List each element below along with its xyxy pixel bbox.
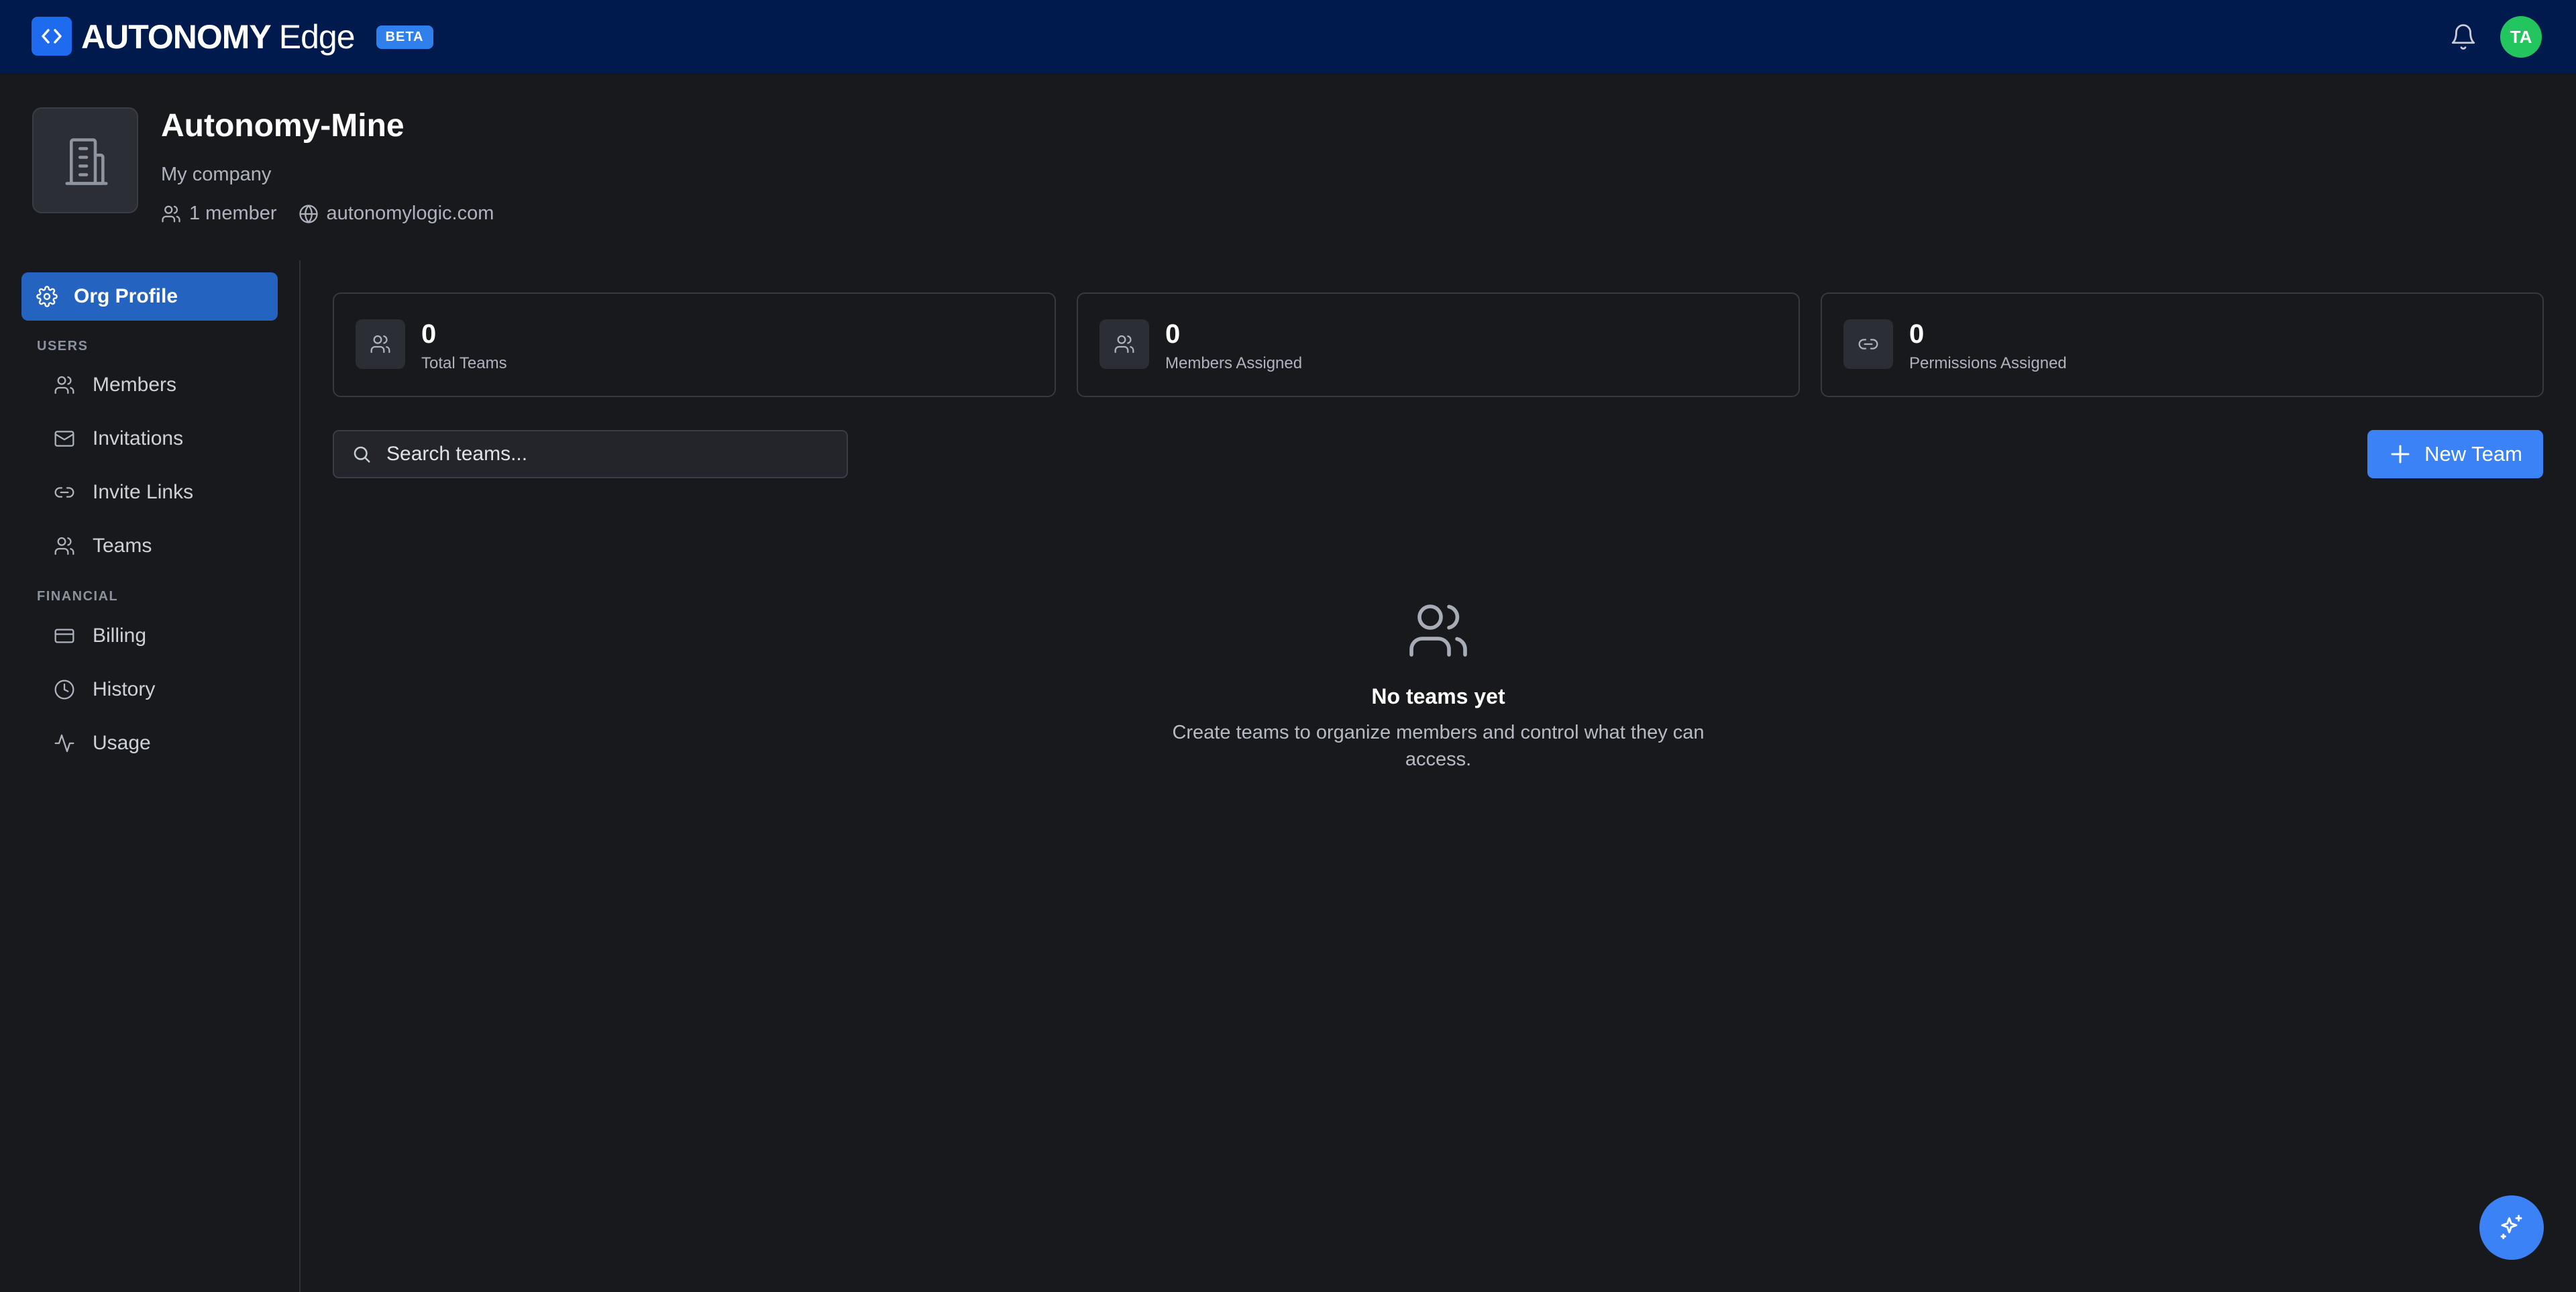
new-team-button[interactable]: New Team bbox=[2367, 430, 2543, 478]
new-team-label: New Team bbox=[2424, 442, 2522, 466]
org-meta: 1 member autonomylogic.com bbox=[161, 203, 494, 225]
sidebar-item-history[interactable]: History bbox=[38, 669, 155, 710]
stat-card-members-assigned: 0 Members Assigned bbox=[1077, 292, 1800, 397]
users-icon bbox=[162, 205, 180, 222]
activity-icon bbox=[54, 733, 75, 754]
sidebar-section-users: USERS bbox=[37, 339, 89, 354]
sidebar-item-invite-links[interactable]: Invite Links bbox=[38, 472, 193, 513]
stat-card-permissions-assigned: 0 Permissions Assigned bbox=[1821, 292, 2544, 397]
sparkles-icon bbox=[2500, 1215, 2522, 1240]
user-avatar[interactable]: TA bbox=[2500, 16, 2542, 58]
domain-text: autonomylogic.com bbox=[326, 203, 494, 224]
credit-card-icon bbox=[54, 625, 75, 647]
sidebar-item-label: Teams bbox=[93, 535, 152, 557]
notifications-bell-icon[interactable] bbox=[2449, 23, 2477, 51]
users-icon bbox=[1099, 319, 1149, 369]
stat-value: 0 bbox=[1165, 319, 1181, 349]
search-icon bbox=[354, 446, 370, 463]
users-icon bbox=[356, 319, 405, 369]
search-teams-box[interactable] bbox=[333, 430, 848, 478]
gear-icon bbox=[36, 286, 58, 307]
org-description: My company bbox=[161, 164, 272, 185]
brand-logo-icon[interactable] bbox=[32, 17, 72, 56]
globe-icon bbox=[299, 204, 318, 223]
stat-label: Permissions Assigned bbox=[1909, 354, 2067, 372]
brand-name[interactable]: AUTONOMY Edge BETA bbox=[81, 17, 433, 56]
stat-card-total-teams: 0 Total Teams bbox=[333, 292, 1056, 397]
link-icon bbox=[1843, 319, 1893, 369]
empty-state-description: Create teams to organize members and con… bbox=[1172, 722, 1705, 770]
sidebar-item-label: Members bbox=[93, 374, 177, 396]
brand-sub-text: Edge bbox=[278, 18, 356, 56]
sidebar-item-members[interactable]: Members bbox=[38, 365, 176, 405]
sidebar-divider bbox=[299, 260, 301, 1292]
sidebar-item-teams[interactable]: Teams bbox=[38, 526, 152, 566]
org-domain: autonomylogic.com bbox=[299, 203, 494, 225]
empty-state-title: No teams yet bbox=[1371, 684, 1505, 708]
search-input[interactable] bbox=[385, 442, 817, 466]
sidebar-item-label: Billing bbox=[93, 625, 147, 647]
link-icon bbox=[54, 482, 75, 503]
sidebar-item-label: Org Profile bbox=[74, 285, 178, 307]
beta-badge: BETA bbox=[376, 25, 433, 49]
brand-main-text: AUTONOMY bbox=[81, 18, 272, 56]
clock-icon bbox=[54, 679, 75, 700]
org-member-count: 1 member bbox=[161, 203, 277, 225]
stat-value: 0 bbox=[421, 319, 437, 349]
empty-teams-icon bbox=[1406, 598, 1470, 663]
stat-value: 0 bbox=[1909, 319, 1925, 349]
sidebar-item-billing[interactable]: Billing bbox=[38, 616, 146, 656]
sidebar-item-label: Invite Links bbox=[93, 481, 194, 503]
sidebar-item-label: Invitations bbox=[93, 427, 184, 449]
org-building-icon bbox=[32, 107, 138, 213]
sidebar-item-usage[interactable]: Usage bbox=[38, 723, 151, 763]
sidebar-item-org-profile[interactable]: Org Profile bbox=[21, 272, 278, 321]
sidebar-item-label: History bbox=[93, 678, 156, 700]
mail-icon bbox=[54, 428, 75, 449]
sidebar-item-invitations[interactable]: Invitations bbox=[38, 419, 183, 459]
sidebar-section-financial: FINANCIAL bbox=[37, 589, 119, 604]
top-bar: AUTONOMY Edge BETA TA bbox=[0, 0, 2576, 74]
ai-assistant-button[interactable] bbox=[2479, 1195, 2544, 1260]
users-icon bbox=[54, 374, 75, 396]
sidebar-item-label: Usage bbox=[93, 732, 151, 754]
stat-label: Total Teams bbox=[421, 354, 507, 372]
member-count-text: 1 member bbox=[189, 203, 277, 224]
stat-label: Members Assigned bbox=[1165, 354, 1303, 372]
org-name: Autonomy-Mine bbox=[161, 108, 405, 144]
plus-icon bbox=[2391, 445, 2410, 464]
users-icon bbox=[54, 535, 75, 557]
